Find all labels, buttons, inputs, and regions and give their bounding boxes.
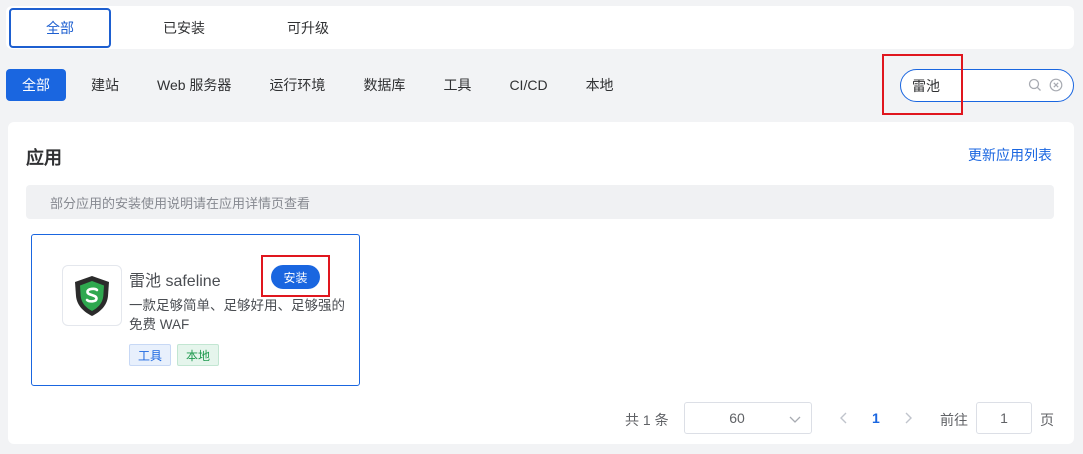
app-logo [62, 265, 122, 326]
app-name[interactable]: 雷池 safeline [129, 267, 221, 291]
total-count: 共 1 条 [625, 412, 669, 428]
refresh-app-list-link[interactable]: 更新应用列表 [968, 145, 1052, 165]
goto-label: 前往 [940, 412, 968, 428]
page-size-value: 60 [729, 410, 745, 426]
app-card[interactable]: 雷池 safeline 安装 一款足够简单、足够好用、足够强的免费 WAF 工具… [31, 234, 360, 386]
circle-close-icon[interactable] [1049, 78, 1063, 92]
notice-bar: 部分应用的安装使用说明请在应用详情页查看 [26, 185, 1054, 219]
category-runtime[interactable]: 运行环境 [269, 69, 325, 101]
app-search-input[interactable] [912, 77, 1022, 94]
install-button[interactable]: 安装 [271, 265, 320, 289]
category-website[interactable]: 建站 [91, 69, 119, 101]
tab-all[interactable]: 全部 [9, 7, 111, 48]
app-tags: 工具 本地 [129, 344, 225, 366]
category-web-server[interactable]: Web 服务器 [157, 69, 231, 101]
panel-title: 应用 [26, 148, 62, 168]
pagination: 共 1 条 60 1 前往 页 [8, 402, 1074, 434]
chevron-right-icon[interactable] [902, 411, 914, 425]
app-list-panel: 应用 更新应用列表 部分应用的安装使用说明请在应用详情页查看 雷池 safeli… [8, 122, 1074, 444]
category-local[interactable]: 本地 [586, 69, 614, 101]
chevron-down-icon [789, 416, 801, 423]
chevron-left-icon[interactable] [838, 411, 850, 425]
goto-page-input[interactable] [976, 402, 1032, 434]
tab-upgradable[interactable]: 可升级 [257, 8, 359, 48]
page-unit-label: 页 [1040, 412, 1054, 428]
tab-installed[interactable]: 已安装 [133, 8, 235, 48]
app-status-tabs: 全部 已安装 可升级 [6, 6, 1074, 49]
app-description: 一款足够简单、足够好用、足够强的免费 WAF [129, 298, 345, 332]
tag-tools: 工具 [129, 344, 172, 366]
category-database[interactable]: 数据库 [363, 69, 405, 101]
category-tools[interactable]: 工具 [443, 69, 471, 101]
category-cicd[interactable]: CI/CD [509, 69, 547, 101]
page-number-current[interactable]: 1 [872, 410, 880, 426]
tag-local: 本地 [177, 344, 220, 366]
page-size-select[interactable]: 60 [684, 402, 812, 434]
category-filter: 全部 建站 Web 服务器 运行环境 数据库 工具 CI/CD 本地 [6, 69, 652, 101]
category-all[interactable]: 全部 [6, 69, 66, 101]
safeline-shield-logo [75, 275, 109, 316]
app-search-box [900, 69, 1074, 102]
search-icon[interactable] [1028, 78, 1042, 92]
